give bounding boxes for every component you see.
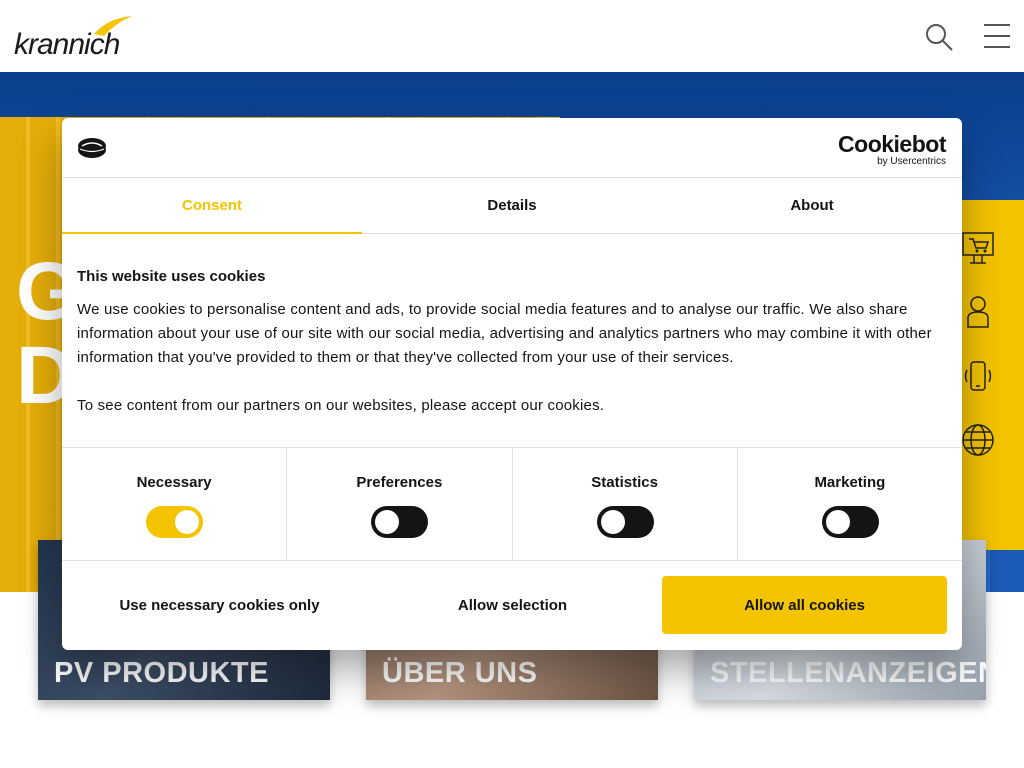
- category-necessary: Necessary: [62, 448, 288, 560]
- search-icon: [926, 24, 953, 51]
- marketing-toggle[interactable]: [821, 506, 879, 538]
- card-label: PV PRODUKTE: [54, 657, 269, 689]
- use-necessary-only-button[interactable]: Use necessary cookies only: [77, 576, 362, 634]
- dialog-tabs: Consent Details About: [62, 178, 962, 234]
- hamburger-menu-icon: [984, 24, 1010, 48]
- search-button[interactable]: [922, 20, 956, 54]
- toggle-knob: [600, 510, 625, 534]
- card-label: STELLENANZEIGEN: [710, 657, 986, 689]
- tab-details[interactable]: Details: [362, 178, 662, 233]
- cookie-categories: Necessary Preferences Statistics Marketi…: [62, 447, 962, 561]
- shop-cart-icon: [962, 232, 994, 264]
- cookiebot-badge-icon: [78, 138, 106, 158]
- allow-selection-button[interactable]: Allow selection: [370, 576, 655, 634]
- toggle-knob: [825, 510, 850, 534]
- phone-link[interactable]: [960, 358, 996, 394]
- statistics-toggle[interactable]: [596, 506, 654, 538]
- hero-blue-edge: [990, 550, 1024, 592]
- category-label: Necessary: [136, 474, 212, 491]
- language-link[interactable]: [960, 422, 996, 458]
- person-icon: [967, 296, 989, 328]
- tab-about[interactable]: About: [662, 178, 962, 233]
- category-label: Marketing: [814, 474, 886, 491]
- shop-link[interactable]: [960, 230, 996, 266]
- consent-paragraph-2: To see content from our partners on our …: [77, 397, 605, 414]
- necessary-toggle[interactable]: [146, 506, 204, 538]
- tab-consent[interactable]: Consent: [62, 178, 362, 234]
- logo-wordmark: krannich: [14, 28, 120, 61]
- allow-all-button[interactable]: Allow all cookies: [662, 576, 947, 634]
- consent-paragraph-1: We use cookies to personalise content an…: [77, 301, 932, 366]
- toggle-knob: [175, 510, 200, 534]
- cookie-consent-dialog: Cookiebot by Usercentrics Consent Detail…: [62, 118, 962, 650]
- category-label: Statistics: [591, 474, 658, 491]
- category-label: Preferences: [356, 474, 443, 491]
- phone-icon: [964, 361, 992, 391]
- consent-title: This website uses cookies: [77, 268, 266, 285]
- category-marketing: Marketing: [738, 448, 962, 560]
- preferences-toggle[interactable]: [371, 506, 429, 538]
- menu-button[interactable]: [980, 20, 1014, 54]
- cookiebot-brand-name: Cookiebot: [838, 131, 946, 157]
- cookiebot-brand-by: by Usercentrics: [877, 156, 946, 167]
- contact-person-link[interactable]: [960, 294, 996, 330]
- globe-icon: [962, 424, 994, 456]
- site-header: krannich: [0, 0, 1024, 72]
- krannich-logo[interactable]: krannich: [14, 14, 134, 61]
- cookiebot-logo[interactable]: Cookiebot by Usercentrics: [838, 132, 946, 167]
- consent-body: This website uses cookies We use cookies…: [77, 268, 952, 418]
- category-preferences: Preferences: [287, 448, 513, 560]
- category-statistics: Statistics: [513, 448, 738, 560]
- toggle-knob: [375, 510, 400, 534]
- dialog-header: Cookiebot by Usercentrics: [62, 118, 962, 178]
- card-label: ÜBER UNS: [382, 657, 538, 689]
- dialog-actions: Use necessary cookies only Allow selecti…: [62, 561, 962, 650]
